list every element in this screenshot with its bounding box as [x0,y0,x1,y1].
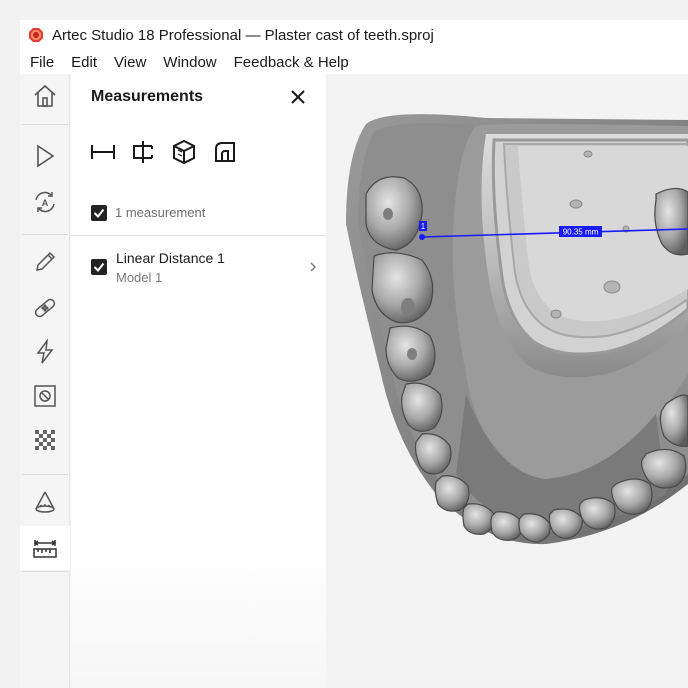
autopilot-button[interactable]: A [20,180,70,224]
3d-viewport[interactable]: 90.35 mm 1 [326,74,688,688]
menu-view[interactable]: View [114,54,146,71]
measurement-point[interactable] [419,234,425,240]
measurement-value: 90.35 mm [563,228,599,237]
prohibited-icon [34,385,56,407]
geodesic-icon [215,142,235,162]
texture-button[interactable] [20,418,70,462]
divider [71,235,326,236]
panel-title: Measurements [91,88,204,105]
measurement-model: Model 1 [116,270,163,285]
menu-window[interactable]: Window [163,54,216,71]
linear-distance-tool[interactable] [89,138,117,166]
geodesic-tool[interactable] [211,138,239,166]
menu-bar: File Edit View Window Feedback & Help [20,50,688,74]
exclude-button[interactable] [20,374,70,418]
measurement-name: Linear Distance 1 [116,250,225,266]
toolbar-separator [22,571,68,572]
dental-model[interactable]: 90.35 mm 1 [326,74,688,688]
menu-feedback-help[interactable]: Feedback & Help [234,54,349,71]
check-icon [93,208,105,219]
publish-button[interactable] [20,480,70,524]
texture-icon [35,430,55,450]
chevron-right-icon[interactable] [308,260,318,274]
measure-ruler-icon [33,540,57,558]
measurements-panel: Measurements 1 measurement Linear Distan… [71,74,326,688]
menu-file[interactable]: File [30,54,54,71]
autopilot-icon: A [35,191,55,213]
fix-button[interactable] [20,286,70,330]
pencil-icon [36,251,56,271]
measurement-list-item[interactable]: Linear Distance 1 Model 1 [71,242,326,288]
toolbar-separator [22,474,68,475]
menu-edit[interactable]: Edit [71,54,97,71]
select-all-checkbox[interactable] [91,205,107,221]
section-icon [133,141,153,163]
point-number: 1 [421,222,426,231]
title-bar: Artec Studio 18 Professional — Plaster c… [20,20,688,50]
surface-area-tool[interactable] [170,138,198,166]
toolbar-separator [22,234,68,235]
tools-button[interactable] [20,330,70,374]
measures-button[interactable] [20,526,70,570]
home-button[interactable] [20,74,70,118]
svg-text:A: A [42,198,49,208]
artec-logo-icon [29,28,43,42]
home-icon [34,84,56,107]
close-icon[interactable] [289,88,307,106]
point-label: 1 [419,221,427,231]
surface-area-icon [173,139,195,165]
toolbar-separator [22,124,68,125]
section-tool[interactable] [129,138,157,166]
bandage-icon [34,298,56,318]
measurement-count: 1 measurement [115,205,206,220]
cone-icon [35,491,55,513]
item-checkbox[interactable] [91,259,107,275]
scan-button[interactable] [20,134,70,178]
editor-button[interactable] [20,240,70,284]
lightning-icon [36,339,54,364]
linear-distance-icon [91,145,115,159]
play-icon [37,144,55,168]
measurement-label: 90.35 mm [559,226,602,237]
window-title: Artec Studio 18 Professional — Plaster c… [52,26,434,44]
check-icon [93,262,105,273]
app-window: Artec Studio 18 Professional — Plaster c… [20,20,688,688]
left-toolbar: A [20,74,70,688]
